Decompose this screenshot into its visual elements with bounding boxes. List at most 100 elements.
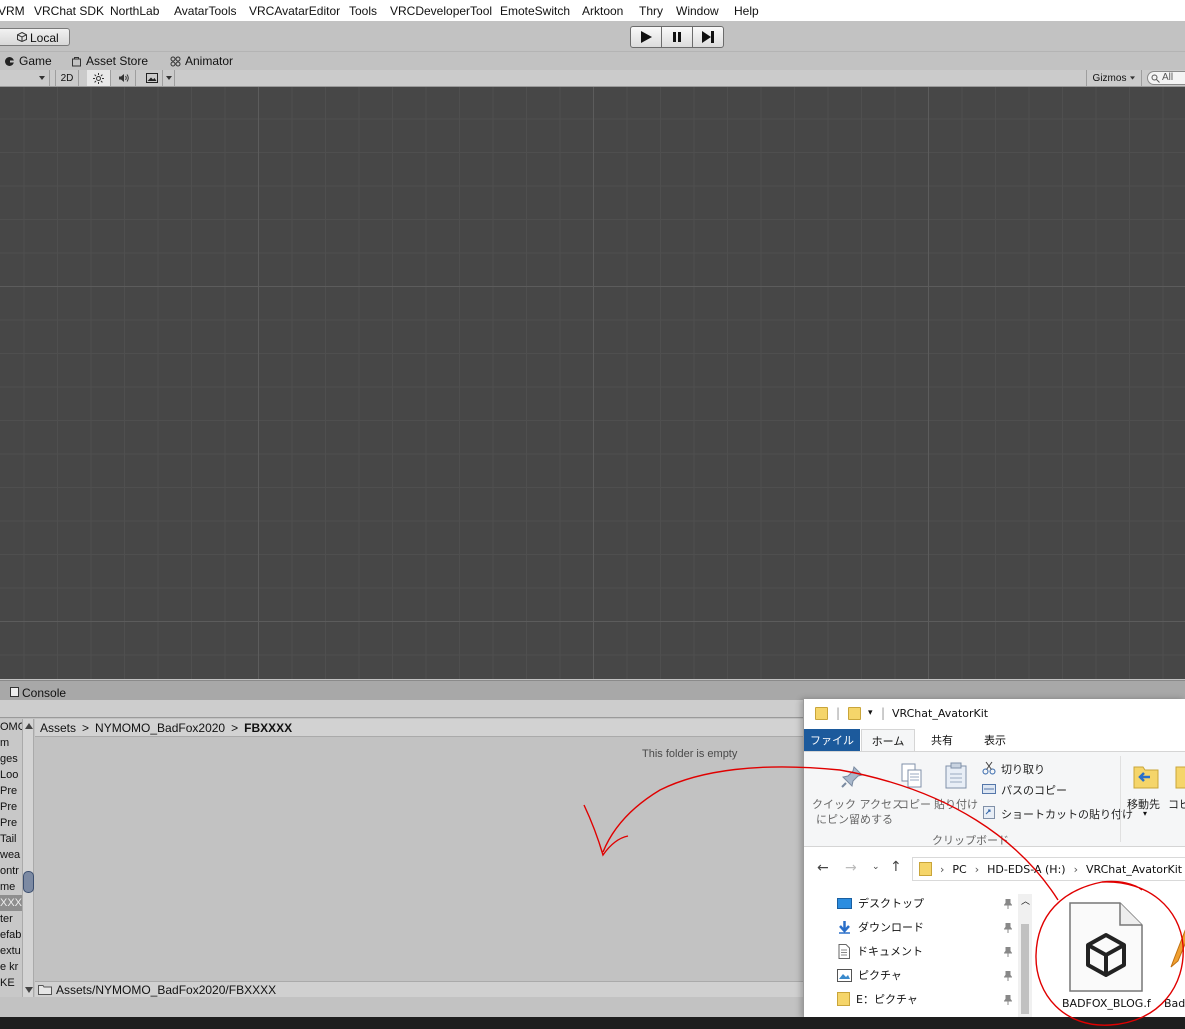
- scroll-up-icon[interactable]: [25, 723, 33, 729]
- pin-icon[interactable]: [1004, 899, 1012, 909]
- forward-arrow-icon[interactable]: →: [845, 860, 857, 876]
- tab-console[interactable]: Console: [22, 686, 66, 700]
- tab-game[interactable]: Game: [4, 54, 52, 68]
- tab-asset-store[interactable]: Asset Store: [71, 54, 148, 68]
- partial-file-icon[interactable]: [1168, 919, 1185, 969]
- pin-icon[interactable]: [1004, 923, 1012, 933]
- ribbon-tab-file[interactable]: ファイル: [804, 729, 860, 751]
- menu-vrcavatareditor[interactable]: VRCAvatarEditor: [249, 4, 340, 18]
- back-arrow-icon[interactable]: ←: [817, 860, 829, 876]
- scene-view[interactable]: [0, 87, 1185, 679]
- folder-tree-item[interactable]: Pre: [0, 815, 22, 831]
- effects-toggle[interactable]: [141, 70, 163, 86]
- folder-tree-item[interactable]: efab: [0, 927, 22, 943]
- file-item[interactable]: BADFOX_BLOG.f: [1056, 897, 1156, 1017]
- folder-tree-item[interactable]: ter: [0, 911, 22, 927]
- nav-item-downloads[interactable]: ダウンロード: [837, 917, 924, 937]
- copy-path-button[interactable]: パスのコピー: [1001, 782, 1067, 798]
- folder-tree-item[interactable]: KE: [0, 975, 22, 991]
- menu-vrm[interactable]: VRM: [0, 4, 25, 18]
- move-to-icon[interactable]: [1132, 763, 1160, 791]
- local-button[interactable]: Local: [0, 28, 70, 46]
- step-icon: [702, 31, 714, 43]
- folder-tree-item[interactable]: m: [0, 735, 22, 751]
- menu-tools[interactable]: Tools: [349, 4, 377, 18]
- ribbon-tab-share[interactable]: 共有: [924, 729, 960, 751]
- paste-icon[interactable]: [944, 762, 968, 790]
- scroll-up-icon[interactable]: ︿: [1021, 894, 1030, 907]
- dropdown-arrow-icon: [39, 76, 45, 80]
- nav-pane-scrollbar[interactable]: ︿: [1018, 894, 1032, 1019]
- scrollbar-thumb[interactable]: [1021, 924, 1029, 1014]
- menu-vrchat-sdk[interactable]: VRChat SDK: [34, 4, 104, 18]
- folder-tree-item[interactable]: Tail: [0, 831, 22, 847]
- move-to-dropdown-icon[interactable]: ▾: [1143, 809, 1147, 818]
- pin-icon[interactable]: [1004, 995, 1012, 1005]
- scroll-down-icon[interactable]: [25, 987, 33, 993]
- effects-dropdown[interactable]: [163, 70, 175, 86]
- nav-item-documents[interactable]: ドキュメント: [837, 941, 923, 961]
- folder-tree-item[interactable]: Pre: [0, 783, 22, 799]
- copy-icon[interactable]: [900, 762, 924, 790]
- scrollbar-thumb[interactable]: [23, 871, 34, 893]
- menu-vrcdevelopertool[interactable]: VRCDeveloperTool: [390, 4, 492, 18]
- paste-shortcut-button[interactable]: ショートカットの貼り付け: [1001, 806, 1133, 822]
- up-arrow-icon[interactable]: ↑: [890, 859, 902, 875]
- breadcrumb-current[interactable]: FBXXXX: [244, 721, 292, 735]
- shading-mode-dropdown[interactable]: [0, 70, 50, 86]
- folder-tree-item[interactable]: Pre: [0, 799, 22, 815]
- address-segment-drive[interactable]: HD-EDS-A (H:): [987, 863, 1065, 876]
- folder-tree-item[interactable]: e kr: [0, 959, 22, 975]
- address-bar[interactable]: › PC › HD-EDS-A (H:) › VRChat_AvatorKit: [912, 857, 1185, 881]
- copy-to-icon[interactable]: [1174, 763, 1185, 791]
- mode-2d-toggle[interactable]: 2D: [55, 70, 79, 86]
- recent-locations-icon[interactable]: ⌄: [872, 862, 880, 872]
- folder-tree-item[interactable]: XXX: [0, 895, 22, 911]
- copy-button-label[interactable]: コピー: [898, 796, 931, 812]
- folder-tree-item[interactable]: ontr: [0, 863, 22, 879]
- search-icon: [1151, 74, 1160, 83]
- nav-item-desktop[interactable]: デスクトップ: [837, 893, 924, 913]
- play-button[interactable]: [630, 26, 662, 48]
- step-button[interactable]: [692, 26, 724, 48]
- menu-arktoon[interactable]: Arktoon: [582, 4, 623, 18]
- address-segment-pc[interactable]: PC: [952, 863, 966, 876]
- paste-button-label[interactable]: 貼り付け: [934, 796, 978, 812]
- cut-button[interactable]: 切り取り: [1001, 761, 1045, 777]
- ribbon-tab-home[interactable]: ホーム: [861, 729, 915, 751]
- ribbon-tab-view[interactable]: 表示: [977, 729, 1013, 751]
- pin-icon[interactable]: [840, 765, 864, 789]
- folder-tree-item[interactable]: ges: [0, 751, 22, 767]
- menu-emoteswitch[interactable]: EmoteSwitch: [500, 4, 570, 18]
- quick-access-dropdown-icon[interactable]: ▾: [868, 708, 873, 718]
- menu-thry[interactable]: Thry: [639, 4, 663, 18]
- nav-item-pictures[interactable]: ピクチャ: [837, 965, 902, 985]
- nav-item-e-pictures[interactable]: E：ピクチャ: [837, 989, 918, 1009]
- new-folder-icon[interactable]: [848, 707, 861, 720]
- menu-avatartools[interactable]: AvatarTools: [174, 4, 236, 18]
- menu-northlab[interactable]: NorthLab: [110, 4, 159, 18]
- folder-tree-scrollbar[interactable]: [22, 719, 34, 997]
- gizmos-dropdown[interactable]: Gizmos: [1086, 70, 1142, 86]
- scene-search-input[interactable]: All: [1147, 71, 1185, 85]
- breadcrumb-badfox[interactable]: NYMOMO_BadFox2020: [95, 721, 225, 735]
- pin-icon[interactable]: [1004, 971, 1012, 981]
- tab-game-label: Game: [19, 54, 52, 68]
- folder-tree-item[interactable]: OMO: [0, 719, 22, 735]
- pin-icon[interactable]: [1004, 947, 1012, 957]
- menu-window[interactable]: Window: [676, 4, 719, 18]
- address-segment-folder[interactable]: VRChat_AvatorKit: [1086, 863, 1182, 876]
- menu-help[interactable]: Help: [734, 4, 759, 18]
- copy-to-button[interactable]: コピ: [1168, 796, 1185, 812]
- console-tab-bar: Console: [0, 680, 1185, 700]
- folder-tree-item[interactable]: wea: [0, 847, 22, 863]
- pause-button[interactable]: [661, 26, 693, 48]
- lighting-toggle[interactable]: [87, 70, 111, 86]
- folder-tree-item[interactable]: Loo: [0, 767, 22, 783]
- audio-toggle[interactable]: [112, 70, 136, 86]
- folder-tree-item[interactable]: me: [0, 879, 22, 895]
- project-folder-tree: OMOmgesLooPrePrePreTailweaontrmeXXXteref…: [0, 719, 22, 997]
- breadcrumb-assets[interactable]: Assets: [40, 721, 76, 735]
- folder-tree-item[interactable]: extu: [0, 943, 22, 959]
- tab-animator[interactable]: Animator: [170, 54, 233, 68]
